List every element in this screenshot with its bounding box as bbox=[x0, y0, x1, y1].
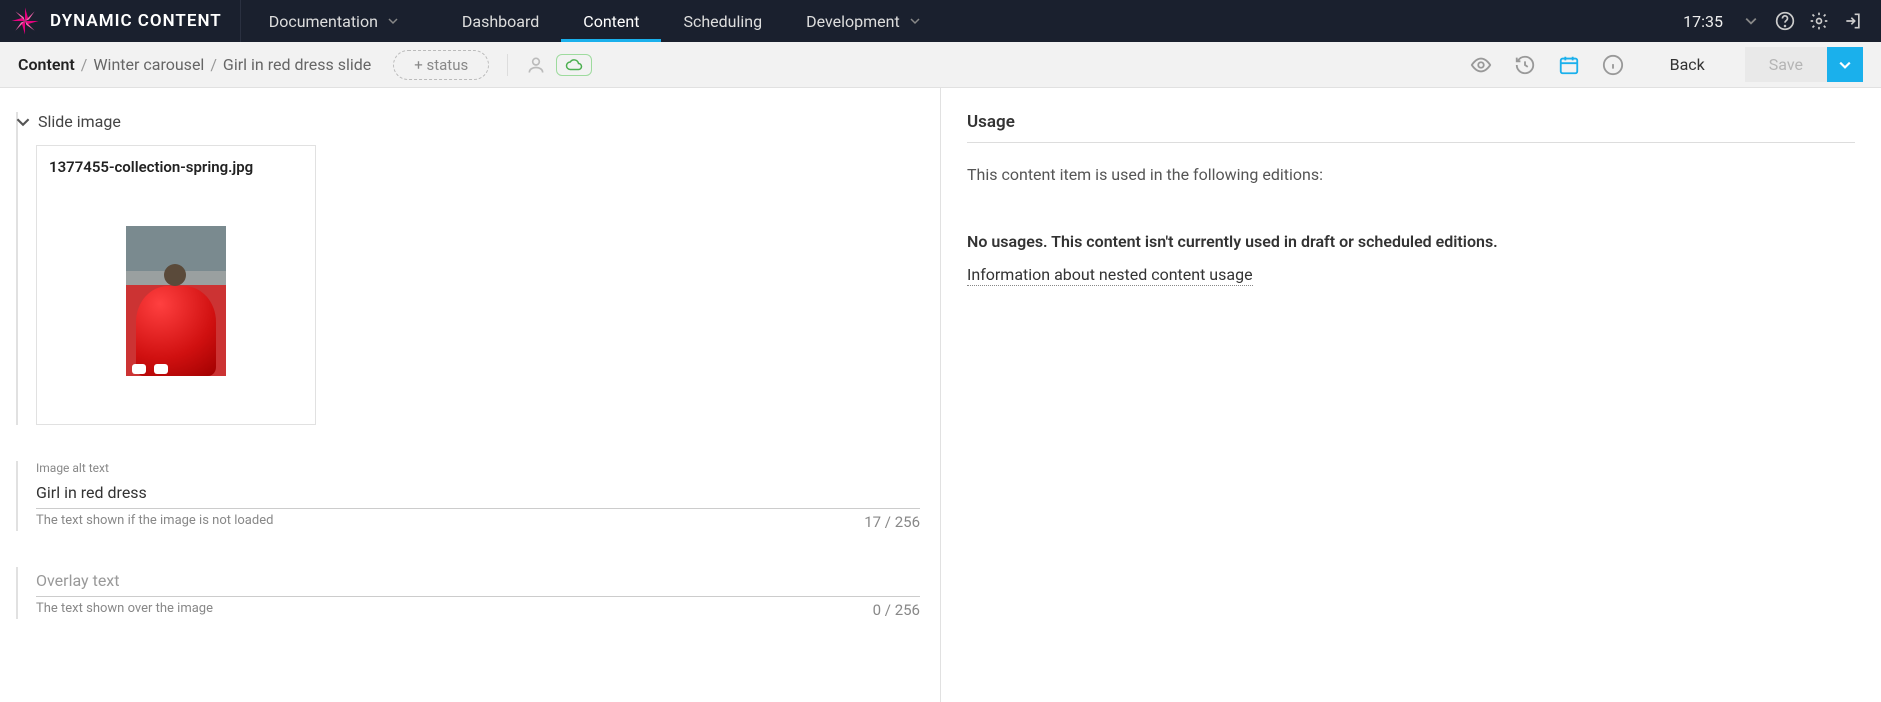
brand-logo[interactable]: DYNAMIC CONTENT bbox=[0, 0, 241, 42]
content-editor: Slide image 1377455-collection-spring.jp… bbox=[0, 88, 940, 702]
overlay-text-help: The text shown over the image bbox=[36, 601, 213, 619]
image-filename: 1377455-collection-spring.jpg bbox=[49, 158, 303, 176]
save-button[interactable]: Save bbox=[1745, 47, 1827, 82]
overlay-text-count: 0 / 256 bbox=[873, 601, 920, 619]
assignee-icon[interactable] bbox=[526, 55, 546, 75]
nav-content[interactable]: Content bbox=[561, 0, 661, 42]
nav-documentation[interactable]: Documentation bbox=[247, 0, 420, 42]
calendar-icon[interactable] bbox=[1558, 54, 1580, 76]
add-status-button[interactable]: + status bbox=[393, 50, 489, 80]
alt-text-count: 17 / 256 bbox=[864, 513, 920, 531]
nested-usage-link[interactable]: Information about nested content usage bbox=[967, 265, 1253, 286]
breadcrumb-current: Girl in red dress slide bbox=[223, 55, 371, 74]
no-usages-text: No usages. This content isn't currently … bbox=[967, 232, 1855, 251]
sub-toolbar: Content / Winter carousel / Girl in red … bbox=[0, 42, 1881, 88]
slide-image-group-header[interactable]: Slide image bbox=[16, 112, 920, 131]
usage-title: Usage bbox=[967, 112, 1855, 143]
chevron-down-icon bbox=[16, 115, 30, 129]
brand-text: DYNAMIC CONTENT bbox=[50, 11, 222, 31]
nav-development[interactable]: Development bbox=[784, 0, 942, 42]
sync-status-icon[interactable] bbox=[556, 54, 592, 76]
overlay-text-input[interactable] bbox=[36, 567, 920, 597]
image-card[interactable]: 1377455-collection-spring.jpg bbox=[36, 145, 316, 425]
clock-time: 17:35 bbox=[1683, 12, 1723, 31]
history-icon[interactable] bbox=[1514, 54, 1536, 76]
image-preview bbox=[49, 190, 303, 412]
nav-scheduling[interactable]: Scheduling bbox=[661, 0, 784, 42]
logo-star-icon bbox=[10, 6, 40, 36]
alt-text-help: The text shown if the image is not loade… bbox=[36, 513, 273, 531]
back-button[interactable]: Back bbox=[1650, 47, 1725, 82]
top-nav: DYNAMIC CONTENT Documentation Dashboard … bbox=[0, 0, 1881, 42]
usage-panel: Usage This content item is used in the f… bbox=[940, 88, 1881, 702]
logout-icon[interactable] bbox=[1843, 11, 1863, 31]
breadcrumb-parent[interactable]: Winter carousel bbox=[93, 55, 204, 74]
breadcrumb-root[interactable]: Content bbox=[18, 55, 75, 74]
info-icon[interactable] bbox=[1602, 54, 1624, 76]
time-dropdown-icon[interactable] bbox=[1741, 11, 1761, 31]
caret-down-icon bbox=[910, 16, 920, 26]
help-icon[interactable] bbox=[1775, 11, 1795, 31]
usage-intro: This content item is used in the followi… bbox=[967, 165, 1855, 184]
nav-dashboard[interactable]: Dashboard bbox=[440, 0, 561, 42]
save-dropdown-button[interactable] bbox=[1827, 47, 1863, 82]
alt-text-input[interactable] bbox=[36, 479, 920, 509]
preview-icon[interactable] bbox=[1470, 54, 1492, 76]
caret-down-icon bbox=[388, 16, 398, 26]
settings-icon[interactable] bbox=[1809, 11, 1829, 31]
alt-text-label: Image alt text bbox=[36, 461, 920, 475]
